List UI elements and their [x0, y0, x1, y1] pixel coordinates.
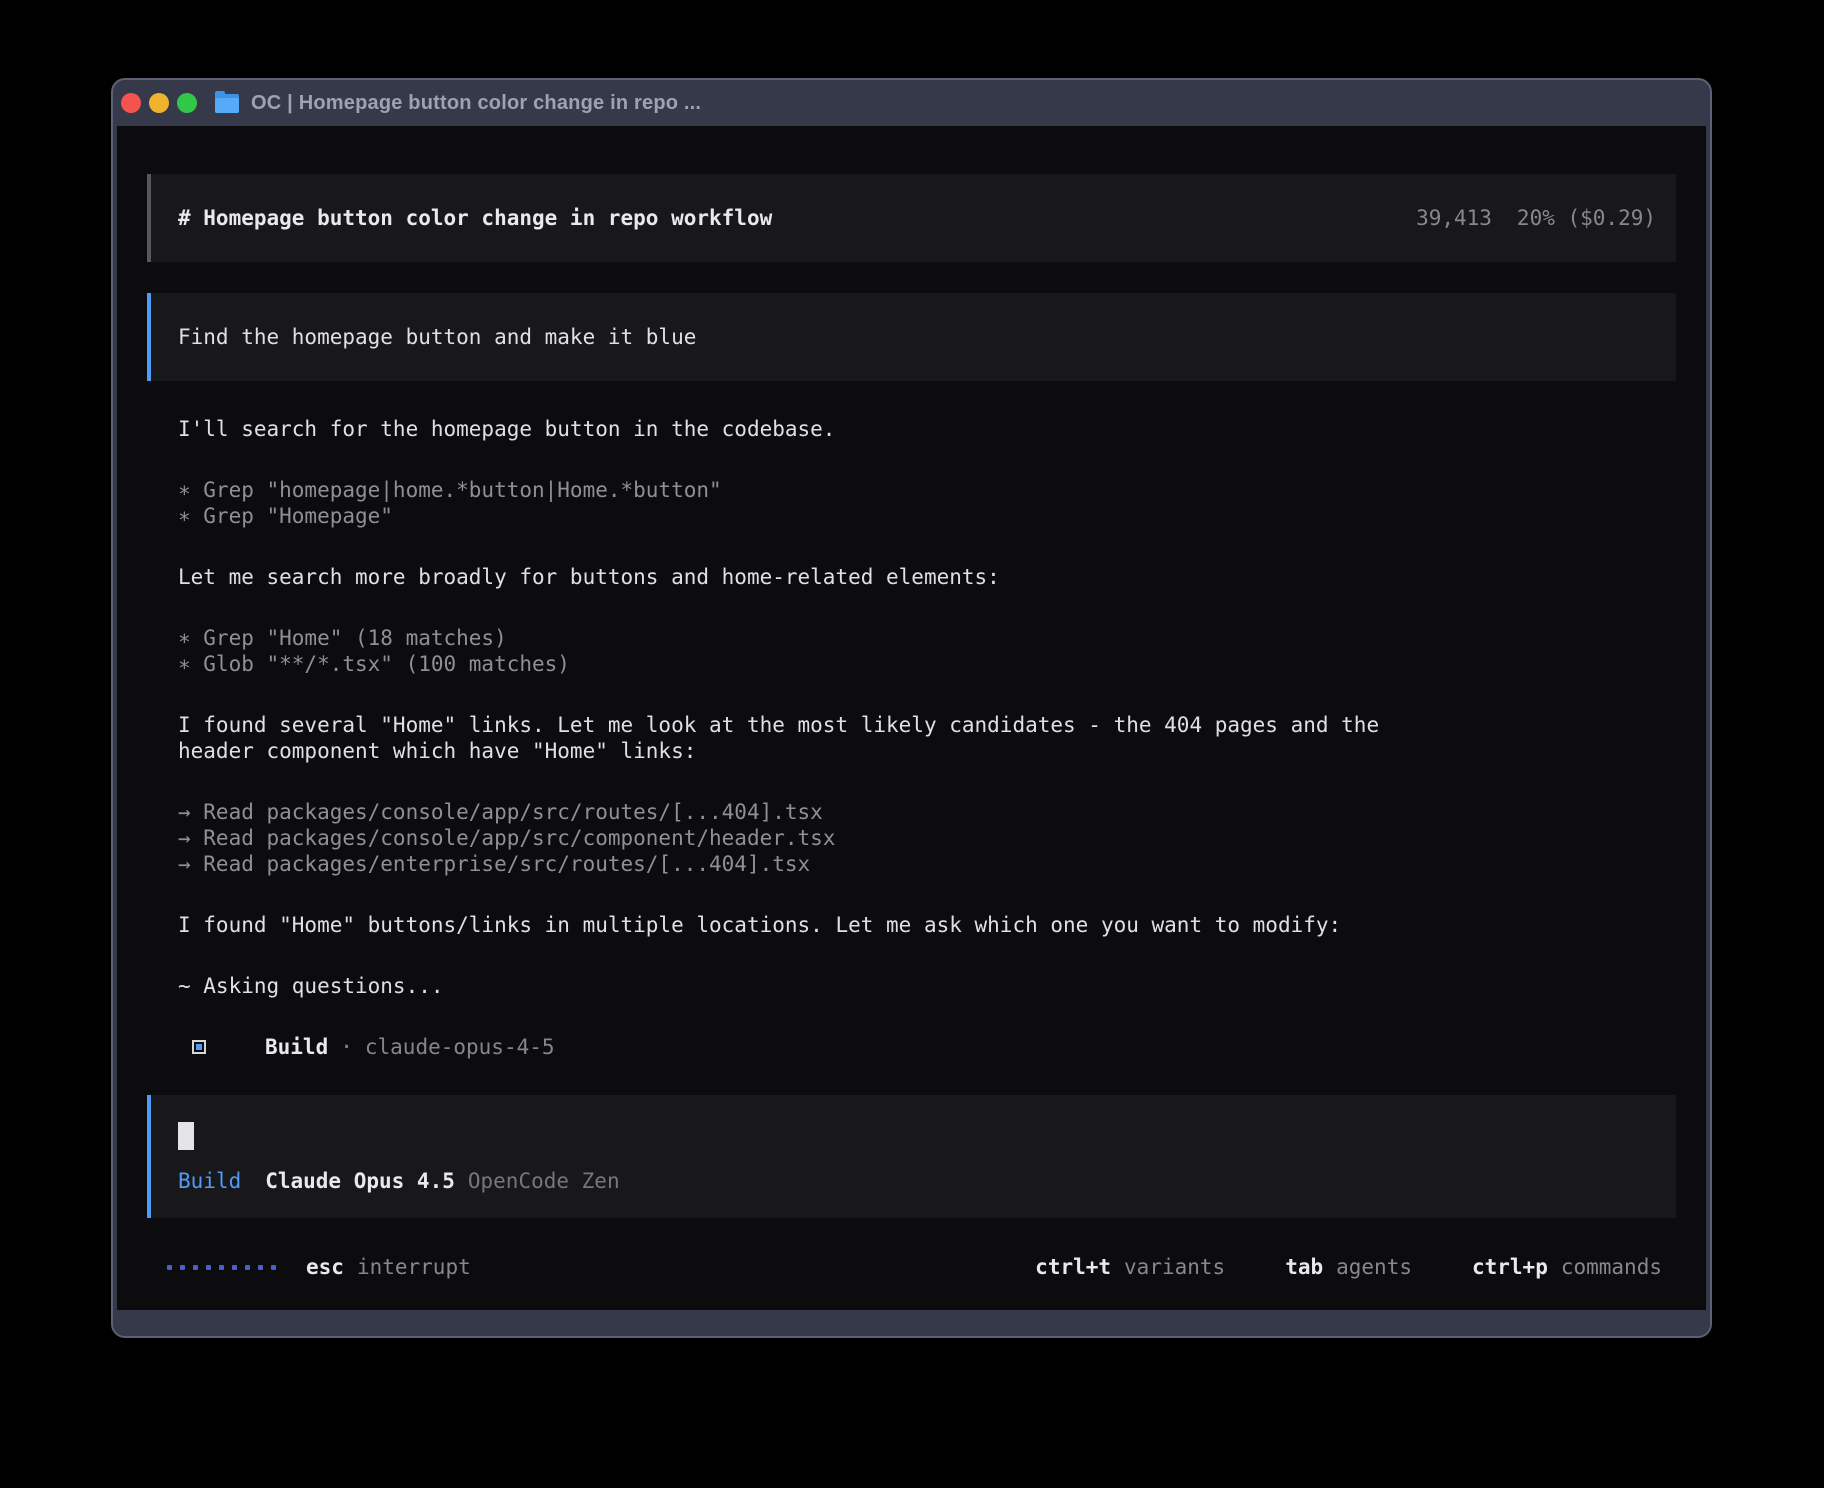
- session-header: # Homepage button color change in repo w…: [147, 174, 1676, 262]
- context-cost: 20% ($0.29): [1517, 205, 1656, 231]
- window-title: OC | Homepage button color change in rep…: [251, 92, 701, 115]
- agent-model: claude-opus-4-5: [365, 1034, 555, 1060]
- tool-call-line: → Read packages/console/app/src/routes/[…: [178, 799, 1676, 825]
- hint-label: agents: [1336, 1254, 1412, 1280]
- key-hint-interrupt: esc interrupt: [306, 1254, 471, 1280]
- status-bar: escinterrupt ctrl+tvariantstabagentsctrl…: [167, 1254, 1662, 1280]
- hint-label: commands: [1561, 1254, 1662, 1280]
- hint-key: ctrl+p: [1472, 1254, 1548, 1280]
- assistant-text: I found "Home" buttons/links in multiple…: [178, 912, 1676, 938]
- spinner-dot: [245, 1265, 250, 1270]
- terminal-content: # Homepage button color change in repo w…: [117, 126, 1706, 1310]
- token-count: 39,413: [1416, 205, 1492, 231]
- user-message-text: Find the homepage button and make it blu…: [178, 325, 696, 349]
- minimize-button[interactable]: [149, 93, 169, 113]
- spinner-dot: [206, 1265, 211, 1270]
- mode-selector[interactable]: Build: [178, 1168, 241, 1194]
- close-button[interactable]: [121, 93, 141, 113]
- hint-key: esc: [306, 1254, 344, 1280]
- model-row: Build Claude Opus 4.5 OpenCode Zen: [178, 1168, 1656, 1194]
- spinner-dots: [167, 1265, 276, 1270]
- spinner-dot: [219, 1265, 224, 1270]
- traffic-lights: [121, 93, 197, 113]
- key-hint-agents: tab agents: [1285, 1254, 1412, 1280]
- spinner-dot: [271, 1265, 276, 1270]
- spinner-dot: [180, 1265, 185, 1270]
- prompt-input[interactable]: Build Claude Opus 4.5 OpenCode Zen: [147, 1095, 1676, 1218]
- assistant-text: I'll search for the homepage button in t…: [178, 416, 1676, 442]
- transcript: I'll search for the homepage button in t…: [178, 416, 1676, 999]
- window-bottom-frame: [113, 1310, 1710, 1336]
- user-message: Find the homepage button and make it blu…: [147, 293, 1676, 381]
- text-cursor: [178, 1122, 194, 1150]
- zoom-button[interactable]: [177, 93, 197, 113]
- tool-call-line: → Read packages/console/app/src/componen…: [178, 825, 1676, 851]
- key-hint-commands: ctrl+p commands: [1472, 1254, 1662, 1280]
- status-line: ~ Asking questions...: [178, 973, 1676, 999]
- hint-key: ctrl+t: [1035, 1254, 1111, 1280]
- assistant-text: Let me search more broadly for buttons a…: [178, 564, 1676, 590]
- dot-separator: ·: [340, 1034, 353, 1060]
- agent-name: Build: [265, 1034, 328, 1060]
- provider-name: OpenCode Zen: [468, 1168, 620, 1194]
- tool-call-line: ∗ Grep "Home" (18 matches): [178, 625, 1676, 651]
- hint-key: tab: [1285, 1254, 1323, 1280]
- app-window: OC | Homepage button color change in rep…: [111, 78, 1712, 1338]
- spinner-dot: [167, 1265, 172, 1270]
- hint-label: interrupt: [357, 1254, 471, 1280]
- tool-call-line: → Read packages/enterprise/src/routes/[.…: [178, 851, 1676, 877]
- hint-label: variants: [1124, 1254, 1225, 1280]
- build-agent-icon: [192, 1040, 206, 1054]
- status-left: esc interrupt: [167, 1254, 471, 1280]
- tool-call-line: ∗ Grep "Homepage": [178, 503, 1676, 529]
- session-stats: 39,413 20% ($0.29): [1416, 205, 1656, 231]
- model-name[interactable]: Claude Opus 4.5: [265, 1168, 455, 1194]
- session-title: # Homepage button color change in repo w…: [178, 205, 772, 231]
- spinner-dot: [193, 1265, 198, 1270]
- agent-status-line: Build · claude-opus-4-5: [192, 1034, 1676, 1060]
- key-hint-variants: ctrl+t variants: [1035, 1254, 1225, 1280]
- spinner-dot: [258, 1265, 263, 1270]
- tool-call-line: ∗ Glob "**/*.tsx" (100 matches): [178, 651, 1676, 677]
- window-titlebar[interactable]: OC | Homepage button color change in rep…: [113, 80, 1710, 126]
- tool-call-line: ∗ Grep "homepage|home.*button|Home.*butt…: [178, 477, 1676, 503]
- folder-icon: [215, 94, 239, 113]
- left-hints: esc interrupt: [306, 1254, 471, 1280]
- spinner-dot: [232, 1265, 237, 1270]
- right-hints: ctrl+t variants tab agents ctrl+p commands: [1035, 1254, 1662, 1280]
- assistant-text: I found several "Home" links. Let me loo…: [178, 712, 1676, 764]
